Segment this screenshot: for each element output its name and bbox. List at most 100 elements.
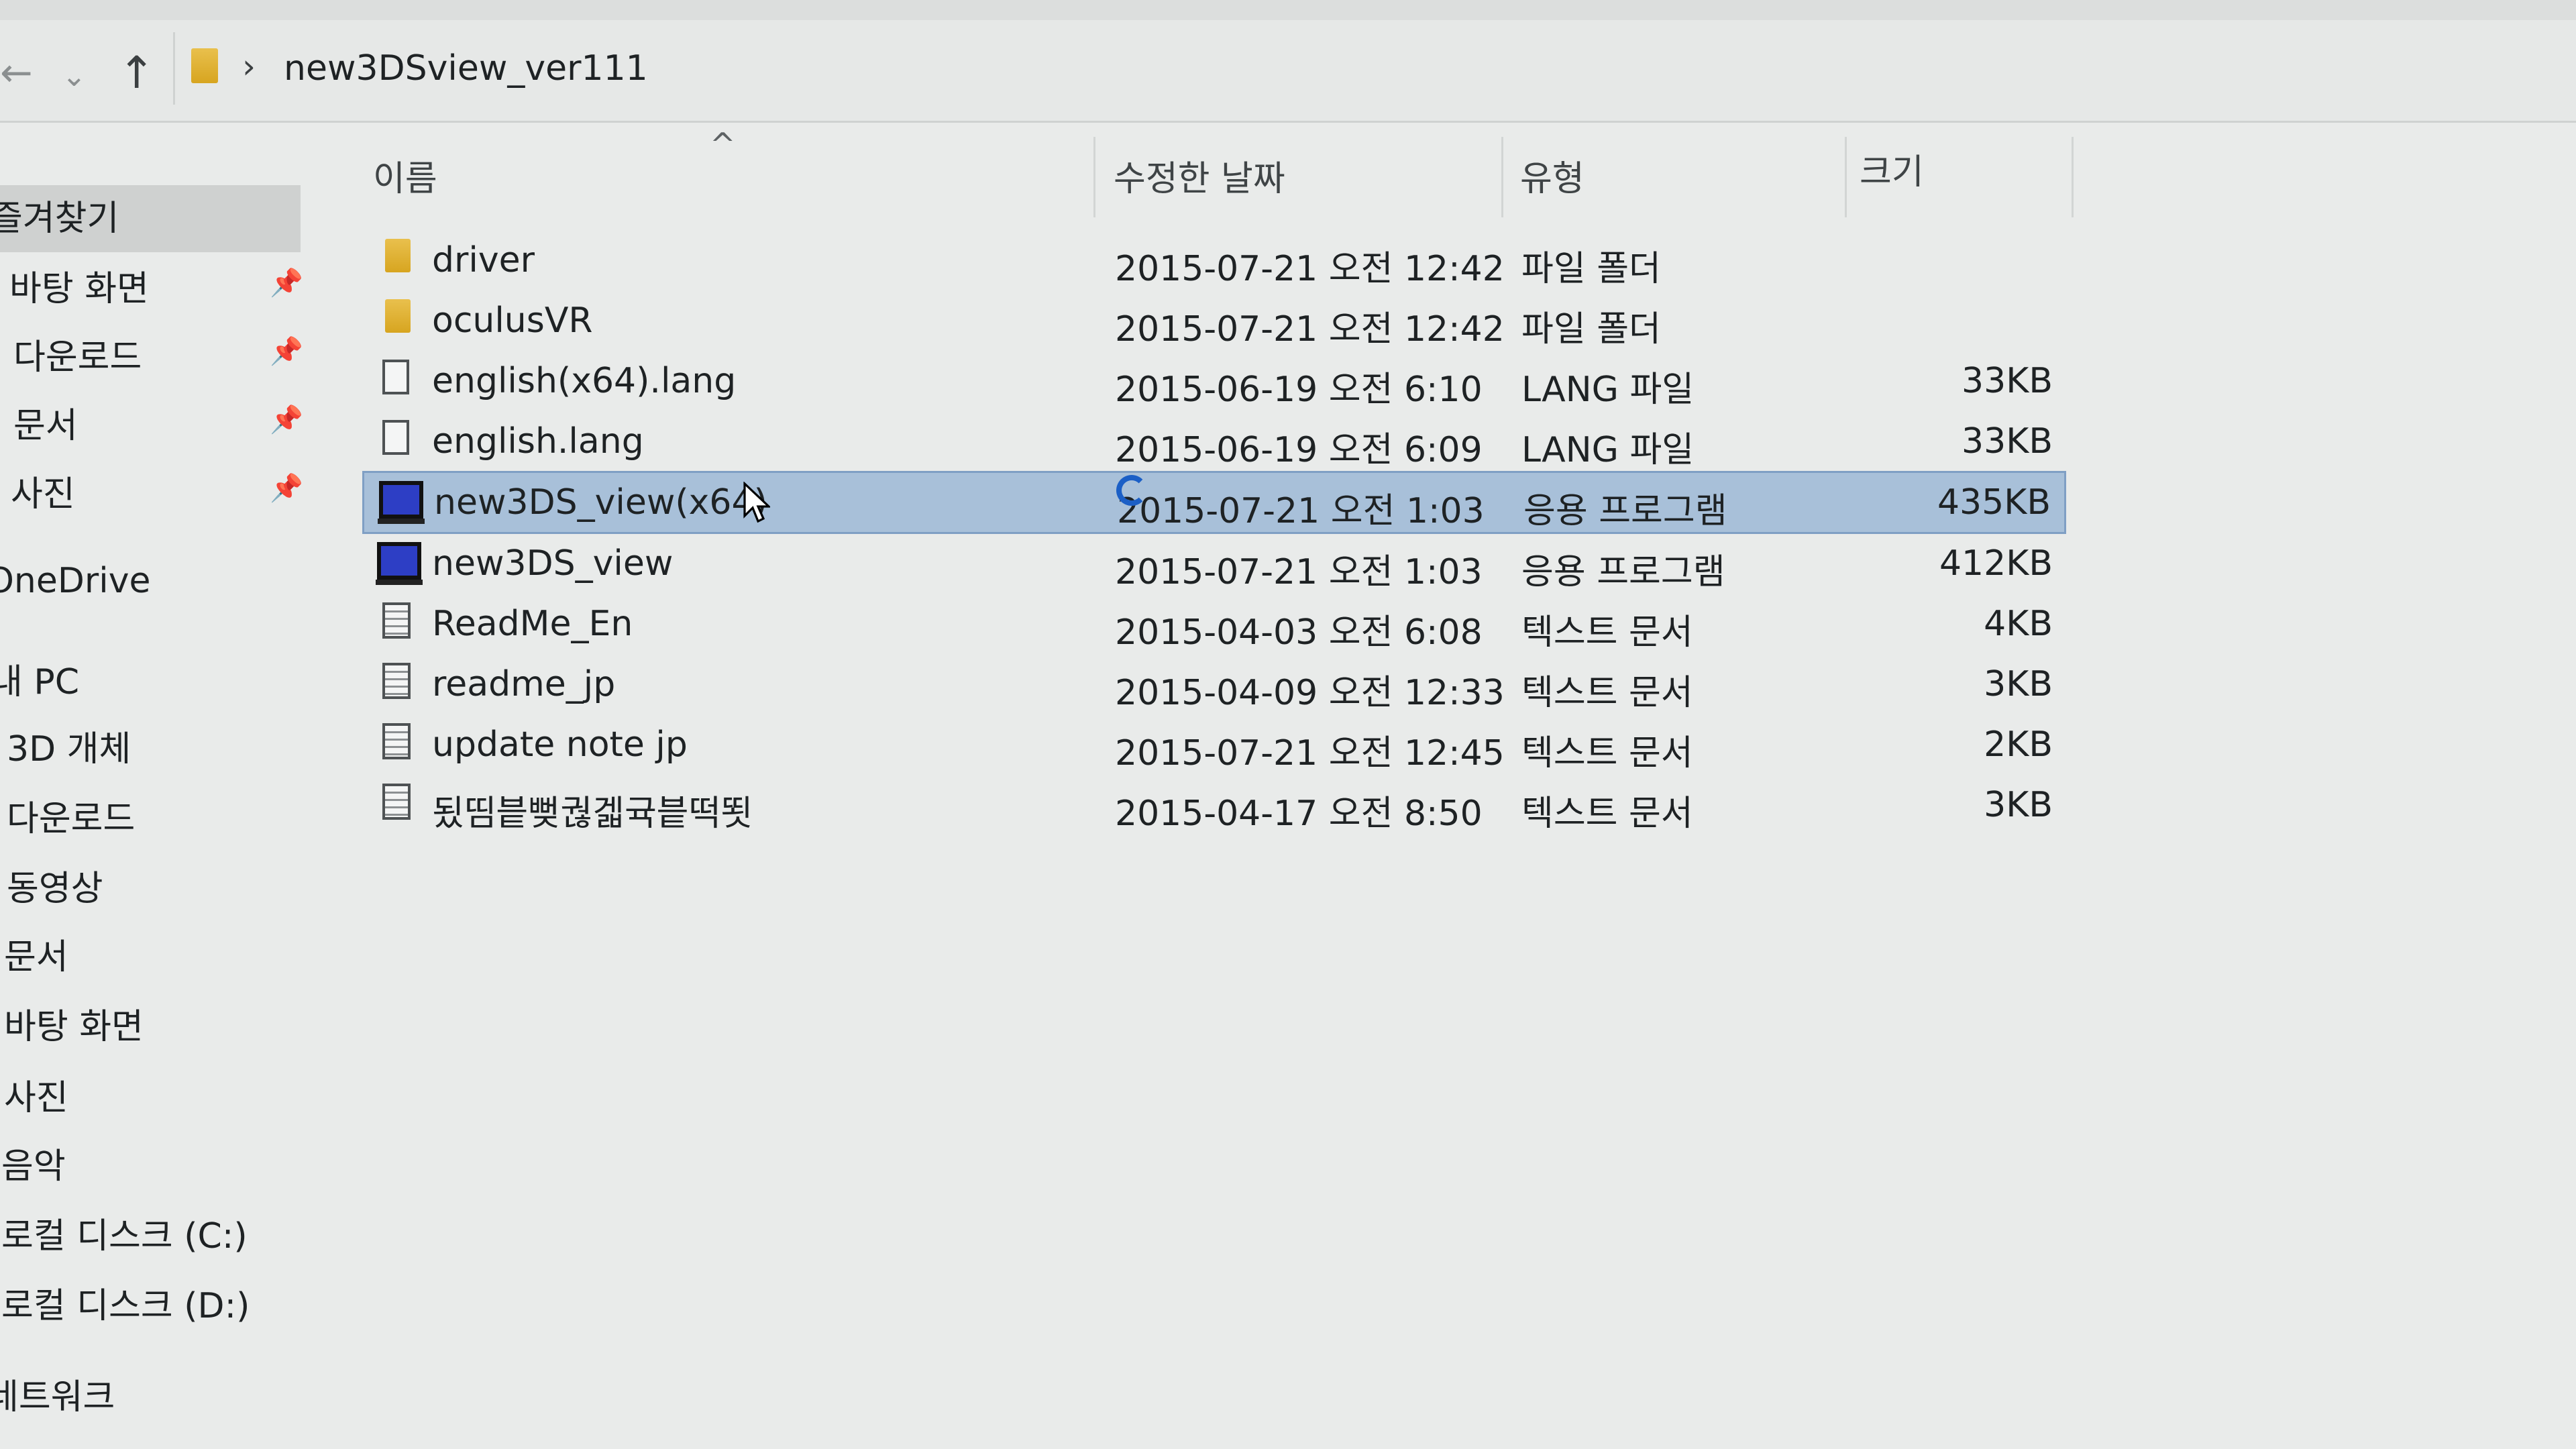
- sidebar-item-music[interactable]: 음악: [1, 1138, 66, 1188]
- column-divider[interactable]: [1501, 137, 1503, 217]
- column-divider[interactable]: [1845, 137, 1847, 217]
- file-row[interactable]: readme_jp 2015-04-09 오전 12:33 텍스트 문서 3KB: [362, 655, 2066, 714]
- column-header-name[interactable]: 이름: [373, 150, 437, 201]
- file-row[interactable]: english.lang 2015-06-19 오전 6:09 LANG 파일 …: [362, 412, 2066, 471]
- column-divider[interactable]: [2072, 137, 2074, 217]
- sidebar-item-network[interactable]: 네트워크: [0, 1368, 115, 1419]
- pin-icon: 📌: [270, 473, 303, 504]
- file-size: 435KB: [1937, 482, 2051, 523]
- file-name: readme_jp: [432, 664, 616, 704]
- file-date-modified: 2015-07-21 오전 12:45: [1115, 733, 1505, 773]
- pin-icon: 📌: [270, 405, 303, 435]
- busy-spinner-icon: [1116, 475, 1147, 506]
- sidebar-item-pictures-pc[interactable]: 사진: [4, 1069, 68, 1120]
- file-type: 텍스트 문서: [1521, 612, 1693, 653]
- sidebar-item-onedrive[interactable]: OneDrive: [0, 561, 151, 601]
- back-arrow-icon[interactable]: ←: [0, 50, 33, 95]
- file-row[interactable]: ReadMe_En 2015-04-03 오전 6:08 텍스트 문서 4KB: [362, 594, 2066, 653]
- file-date-modified: 2015-04-09 오전 12:33: [1115, 673, 1505, 713]
- file-date-modified: 2015-06-19 오전 6:09: [1115, 430, 1483, 470]
- file-type: 텍스트 문서: [1521, 733, 1693, 773]
- file-size: 2KB: [1984, 724, 2053, 765]
- application-icon: [376, 542, 423, 585]
- file-type: 응용 프로그램: [1523, 491, 1727, 531]
- sidebar-item-this-pc[interactable]: 내 PC: [0, 653, 79, 704]
- application-icon: [378, 481, 425, 524]
- folder-icon: [385, 299, 411, 333]
- file-type: 응용 프로그램: [1521, 552, 1725, 592]
- sidebar-item-local-disk-c[interactable]: 로컬 디스크 (C:): [1, 1208, 248, 1258]
- file-size: 3KB: [1984, 785, 2053, 825]
- file-date-modified: 2015-04-17 오전 8:50: [1115, 794, 1483, 834]
- recent-locations-chevron-icon[interactable]: ⌄: [62, 59, 87, 93]
- file-name: 됬띰븥뻦궎겗귝븥떡뙷: [432, 794, 753, 834]
- sidebar-item-desktop-pc[interactable]: 바탕 화면: [4, 998, 144, 1049]
- file-row[interactable]: english(x64).lang 2015-06-19 오전 6:10 LAN…: [362, 352, 2066, 411]
- folder-icon: [385, 239, 411, 272]
- text-document-icon: [382, 663, 411, 699]
- file-date-modified: 2015-04-03 오전 6:08: [1115, 612, 1483, 653]
- up-arrow-icon[interactable]: ↑: [118, 47, 155, 99]
- file-row[interactable]: new3DS_view 2015-07-21 오전 1:03 응용 프로그램 4…: [362, 534, 2066, 593]
- file-row-selected[interactable]: new3DS_view(x64) 2015-07-21 오전 1:03 응용 프…: [362, 471, 2066, 534]
- file-date-modified: 2015-06-19 오전 6:10: [1115, 370, 1483, 410]
- file-name: new3DS_view(x64): [434, 482, 767, 523]
- breadcrumb-item[interactable]: new3DSview_ver111: [284, 48, 648, 89]
- breadcrumb[interactable]: › new3DSview_ver111: [173, 32, 2563, 105]
- file-type: 텍스트 문서: [1521, 794, 1693, 834]
- file-list: ^ 이름 수정한 날짜 유형 크기 driver 2015-07-21 오전 1…: [362, 123, 2576, 1449]
- sidebar-item-quick-access[interactable]: 즐겨찾기: [0, 185, 301, 252]
- sidebar-item-downloads-pc[interactable]: 다운로드: [7, 790, 135, 841]
- file-row[interactable]: update note jp 2015-07-21 오전 12:45 텍스트 문…: [362, 715, 2066, 774]
- file-row[interactable]: driver 2015-07-21 오전 12:42 파일 폴더: [362, 231, 2066, 290]
- chevron-right-icon[interactable]: ›: [242, 47, 256, 86]
- file-type: 파일 폴더: [1521, 249, 1661, 289]
- file-type: 텍스트 문서: [1521, 673, 1693, 713]
- file-name: english(x64).lang: [432, 361, 737, 401]
- file-row[interactable]: oculusVR 2015-07-21 오전 12:42 파일 폴더: [362, 291, 2066, 350]
- file-name: new3DS_view: [432, 543, 674, 584]
- file-name: english.lang: [432, 421, 644, 462]
- file-size: 33KB: [1962, 421, 2053, 462]
- sidebar-item-downloads[interactable]: 다운로드: [13, 329, 142, 379]
- sidebar-item-documents[interactable]: 문서: [13, 397, 78, 447]
- sidebar-item-local-disk-d[interactable]: 로컬 디스크 (D:): [1, 1277, 250, 1328]
- file-row[interactable]: 됬띰븥뻦궎겗귝븥떡뙷 2015-04-17 오전 8:50 텍스트 문서 3KB: [362, 775, 2066, 835]
- file-name: update note jp: [432, 724, 688, 765]
- sort-ascending-icon: ^: [710, 126, 736, 162]
- text-document-icon: [382, 723, 411, 759]
- pin-icon: 📌: [270, 336, 303, 367]
- text-document-icon: [382, 784, 411, 820]
- text-document-icon: [382, 602, 411, 639]
- mouse-pointer-icon: [743, 482, 770, 523]
- file-size: 3KB: [1984, 664, 2053, 704]
- file-date-modified: 2015-07-21 오전 1:03: [1117, 491, 1485, 531]
- navigation-pane: 즐겨찾기 바탕 화면 📌 다운로드 📌 문서 📌 사진 📌 OneDrive 내…: [0, 123, 315, 1449]
- file-name: driver: [432, 240, 535, 280]
- file-name: oculusVR: [432, 301, 593, 341]
- file-icon: [382, 420, 409, 455]
- column-header-size[interactable]: 크기: [1860, 144, 1924, 194]
- file-icon: [382, 360, 409, 394]
- sidebar-item-pictures[interactable]: 사진: [11, 466, 75, 516]
- file-type: LANG 파일: [1521, 370, 1695, 410]
- file-date-modified: 2015-07-21 오전 12:42: [1115, 249, 1505, 289]
- title-bar-strip: [0, 0, 2576, 20]
- folder-icon: [191, 48, 218, 83]
- file-name: ReadMe_En: [432, 604, 633, 644]
- sidebar-item-videos[interactable]: 동영상: [7, 860, 103, 910]
- sidebar-item-documents-pc[interactable]: 문서: [4, 928, 68, 979]
- file-date-modified: 2015-07-21 오전 12:42: [1115, 309, 1505, 350]
- pin-icon: 📌: [270, 268, 303, 299]
- column-header-type[interactable]: 유형: [1520, 150, 1585, 201]
- file-type: 파일 폴더: [1521, 309, 1661, 350]
- column-header-date-modified[interactable]: 수정한 날짜: [1114, 150, 1285, 201]
- sidebar-item-3d-objects[interactable]: 3D 개체: [7, 720, 131, 771]
- file-size: 33KB: [1962, 361, 2053, 401]
- sidebar-item-desktop[interactable]: 바탕 화면: [9, 260, 149, 311]
- file-size: 412KB: [1939, 543, 2053, 584]
- address-bar: ← ⌄ ↑ › new3DSview_ver111: [0, 20, 2576, 123]
- column-divider[interactable]: [1093, 137, 1095, 217]
- file-date-modified: 2015-07-21 오전 1:03: [1115, 552, 1483, 592]
- file-type: LANG 파일: [1521, 430, 1695, 470]
